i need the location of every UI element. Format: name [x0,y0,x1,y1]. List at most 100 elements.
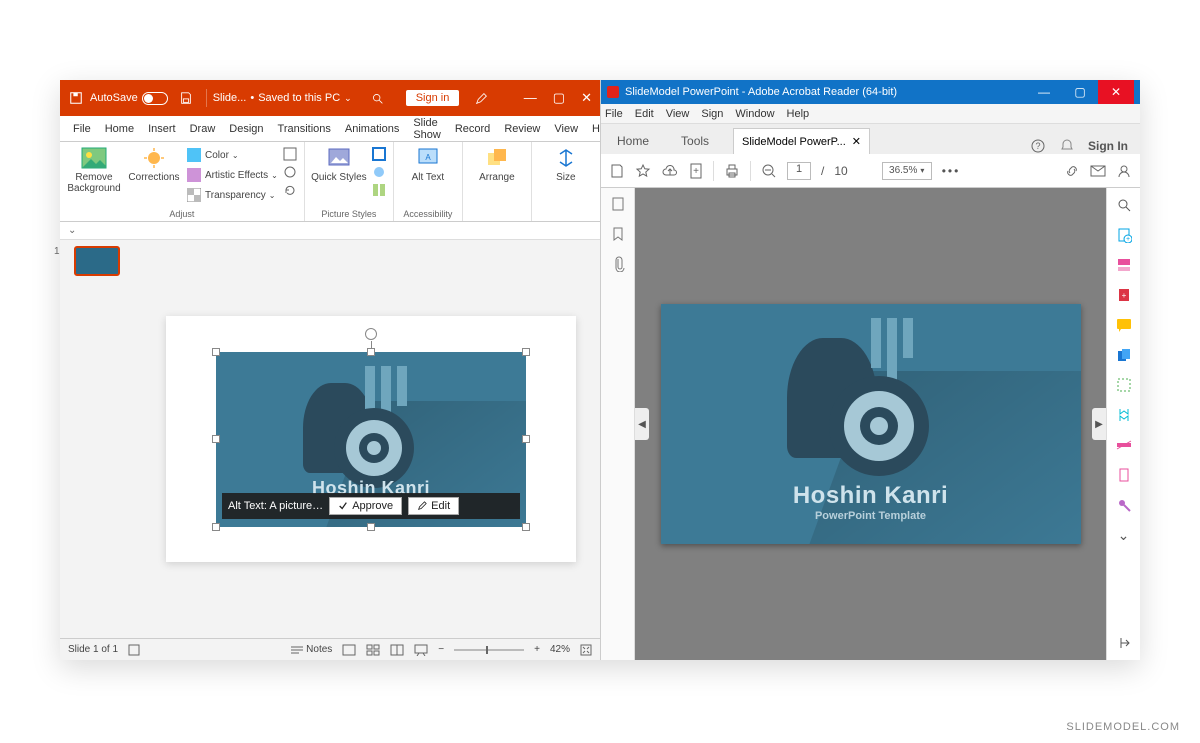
add-page-icon[interactable]: + [689,163,703,179]
export-pdf-icon[interactable]: + [1115,226,1133,244]
autosave-toggle[interactable]: AutoSave [90,92,168,105]
corrections-button[interactable]: Corrections [126,146,182,183]
tab-record[interactable]: Record [448,123,497,135]
edit-button[interactable]: Edit [408,497,459,515]
sorter-view-icon[interactable] [366,644,380,656]
slideshow-view-icon[interactable] [414,644,428,656]
close-button[interactable]: ✕ [1098,80,1134,104]
resize-handle[interactable] [367,348,375,356]
attachment-icon[interactable] [611,256,625,272]
tab-document[interactable]: SlideModel PowerP... ✕ [733,128,870,154]
more-tools-icon[interactable]: ⌄ [1115,526,1133,544]
tab-animations[interactable]: Animations [338,123,406,135]
save-disk-icon[interactable] [178,90,194,106]
picture-layout-icon[interactable] [371,182,387,198]
next-page-button[interactable]: ▶ [1092,408,1106,440]
resize-handle[interactable] [522,523,530,531]
qat-overflow-icon[interactable]: ⌄ [68,225,76,236]
arrange-button[interactable]: Arrange [469,146,525,183]
zoom-slider[interactable] [454,649,524,651]
transparency-button[interactable]: Transparency⌄ [186,186,278,204]
reset-picture-icon[interactable] [282,182,298,198]
change-picture-icon[interactable] [282,164,298,180]
tab-review[interactable]: Review [497,123,547,135]
tab-transitions[interactable]: Transitions [271,123,338,135]
slide-thumbnail[interactable] [74,246,120,276]
resize-handle[interactable] [212,523,220,531]
save-icon[interactable] [609,163,625,179]
slide-canvas[interactable]: Hoshin Kanri PowerPoint [166,316,576,562]
remove-background-button[interactable]: Remove Background [66,146,122,194]
tab-file[interactable]: File [66,123,98,135]
resize-handle[interactable] [522,348,530,356]
thumbnails-icon[interactable] [610,196,626,212]
menu-sign[interactable]: Sign [701,108,723,120]
combine-icon[interactable] [1115,346,1133,364]
bookmark-icon[interactable] [611,226,625,242]
color-button[interactable]: Color⌄ [186,146,278,164]
maximize-button[interactable]: ▢ [553,90,565,106]
close-tab-icon[interactable]: ✕ [852,135,861,148]
tab-home[interactable]: Home [601,128,665,154]
close-button[interactable]: ✕ [581,90,592,106]
approve-button[interactable]: Approve [329,497,402,515]
tab-slideshow[interactable]: Slide Show [406,117,448,141]
resize-handle[interactable] [522,435,530,443]
tab-tools[interactable]: Tools [665,128,725,154]
menu-edit[interactable]: Edit [635,108,654,120]
edit-pdf-icon[interactable] [1115,256,1133,274]
create-pdf-icon[interactable]: + [1115,286,1133,304]
rotate-handle[interactable] [365,328,377,340]
more-icon[interactable]: ••• [942,164,961,178]
document-view[interactable]: ◀ Hoshin Kanri PowerPoint Template ▶ [635,188,1106,660]
share-link-icon[interactable] [1064,163,1080,179]
maximize-button[interactable]: ▢ [1062,80,1098,104]
help-icon[interactable]: ? [1030,138,1046,154]
print-icon[interactable] [724,163,740,179]
tab-design[interactable]: Design [222,123,270,135]
zoom-select[interactable]: 36.5%▾ [882,162,932,180]
pen-icon[interactable] [473,90,489,106]
menu-help[interactable]: Help [787,108,810,120]
quick-styles-button[interactable]: Quick Styles [311,146,367,183]
compress-icon[interactable] [282,146,298,162]
selected-image[interactable]: Hoshin Kanri PowerPoint [216,352,526,527]
toggle-off-icon[interactable] [142,92,168,105]
picture-effects-icon[interactable] [371,164,387,180]
resize-handle[interactable] [212,348,220,356]
prev-page-button[interactable]: ◀ [635,408,649,440]
menu-window[interactable]: Window [735,108,774,120]
star-icon[interactable] [635,163,651,179]
organize-icon[interactable] [1115,376,1133,394]
menu-view[interactable]: View [666,108,690,120]
redact-icon[interactable] [1115,436,1133,454]
bell-icon[interactable] [1060,138,1074,154]
user-icon[interactable] [1116,163,1132,179]
tab-home[interactable]: Home [98,123,141,135]
menu-file[interactable]: File [605,108,623,120]
signin-link[interactable]: Sign In [1088,139,1128,153]
tab-draw[interactable]: Draw [183,123,223,135]
fit-to-window-icon[interactable] [580,644,592,656]
tab-view[interactable]: View [547,123,585,135]
save-icon[interactable] [68,90,84,106]
collapse-panel-icon[interactable] [1115,634,1133,652]
picture-border-icon[interactable] [371,146,387,162]
resize-handle[interactable] [367,523,375,531]
search-tool-icon[interactable] [1115,196,1133,214]
cloud-icon[interactable] [661,164,679,178]
protect-icon[interactable] [1115,466,1133,484]
notes-button[interactable]: Notes [291,644,332,655]
size-button[interactable]: Size [538,146,594,183]
reading-view-icon[interactable] [390,644,404,656]
comment-icon[interactable] [1115,316,1133,334]
accessibility-check-icon[interactable] [128,644,140,656]
minimize-button[interactable]: — [524,90,537,106]
email-icon[interactable] [1090,164,1106,178]
page-input[interactable]: 1 [787,162,811,180]
artistic-effects-button[interactable]: Artistic Effects⌄ [186,166,278,184]
zoom-out-button[interactable]: − [438,644,444,655]
alt-text-button[interactable]: A Alt Text [400,146,456,183]
resize-handle[interactable] [212,435,220,443]
sign-icon[interactable] [1115,496,1133,514]
